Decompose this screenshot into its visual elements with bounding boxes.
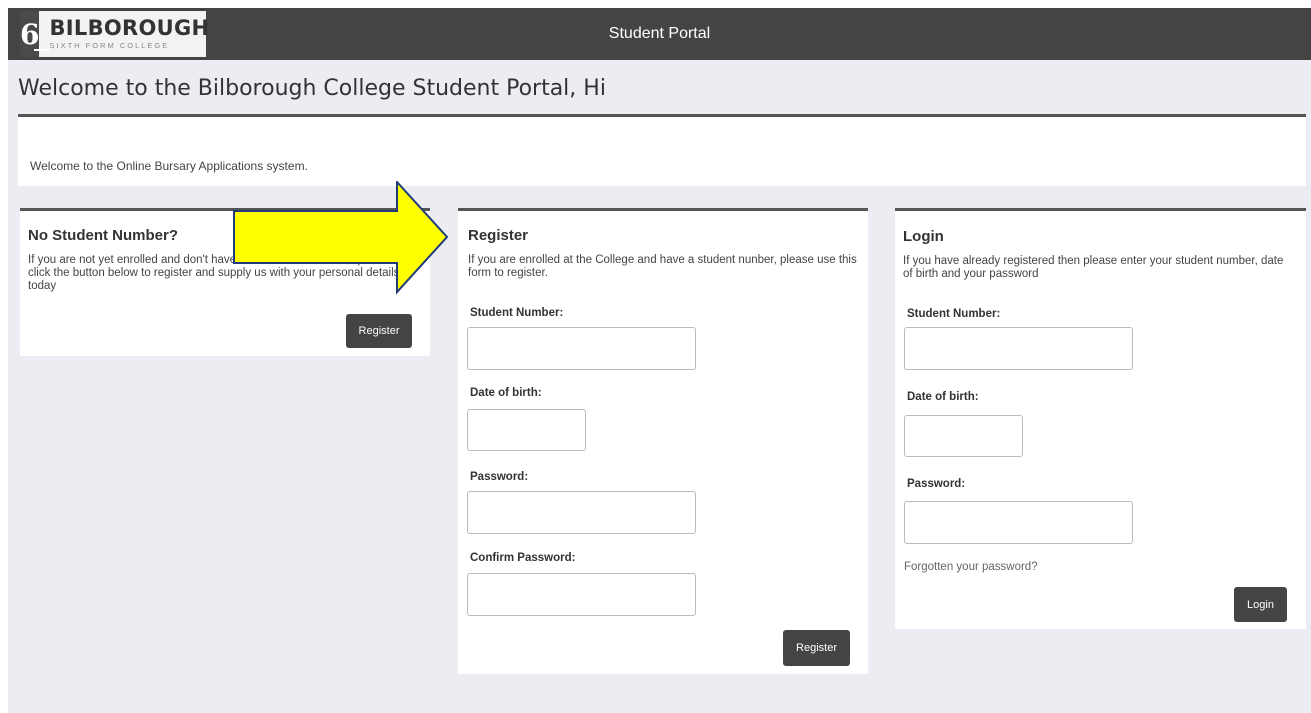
login-student-number-label: Student Number: [907, 308, 1001, 320]
register-confirm-password-label: Confirm Password: [470, 552, 576, 564]
login-password-label: Password: [907, 478, 966, 490]
page-frame: Student Portal 6 BILBOROUGH SIXTH FORM C… [8, 8, 1311, 713]
register-submit-button[interactable]: Register [783, 630, 850, 666]
welcome-panel: Welcome to the Online Bursary Applicatio… [18, 114, 1306, 186]
no-number-register-button[interactable]: Register [346, 314, 412, 348]
register-description: If you are enrolled at the College and h… [468, 254, 857, 279]
register-card: Register If you are enrolled at the Coll… [458, 208, 868, 674]
register-student-number-label: Student Number: [470, 307, 564, 319]
login-student-number-input[interactable] [904, 327, 1133, 370]
arrow-right-icon [233, 181, 449, 295]
register-password-input[interactable] [467, 491, 696, 534]
register-confirm-password-input[interactable] [467, 573, 696, 616]
no-student-number-heading: No Student Number? [28, 227, 178, 244]
login-card: Login If you have already registered the… [895, 208, 1306, 629]
login-password-input[interactable] [904, 501, 1133, 544]
college-logo[interactable]: 6 BILBOROUGH SIXTH FORM COLLEGE [20, 11, 210, 57]
logo-name: BILBOROUGH [49, 16, 210, 41]
page-title: Welcome to the Bilborough College Studen… [18, 76, 606, 101]
login-heading: Login [903, 228, 944, 245]
welcome-message: Welcome to the Online Bursary Applicatio… [30, 159, 308, 173]
login-dob-input[interactable] [904, 415, 1023, 457]
logo-subtitle: SIXTH FORM COLLEGE [49, 41, 170, 51]
login-description: If you have already registered then plea… [903, 255, 1284, 280]
forgotten-password-link[interactable]: Forgotten your password? [904, 561, 1038, 573]
logo-6-icon: 6 [20, 11, 51, 57]
register-heading: Register [468, 227, 529, 244]
login-submit-button[interactable]: Login [1234, 587, 1287, 622]
top-bar: Student Portal 6 BILBOROUGH SIXTH FORM C… [8, 8, 1311, 60]
register-password-label: Password: [470, 471, 529, 483]
register-student-number-input[interactable] [467, 327, 696, 370]
login-dob-label: Date of birth: [907, 391, 979, 403]
register-dob-input[interactable] [467, 409, 586, 451]
register-dob-label: Date of birth: [470, 387, 542, 399]
arrow-shape [233, 181, 449, 295]
